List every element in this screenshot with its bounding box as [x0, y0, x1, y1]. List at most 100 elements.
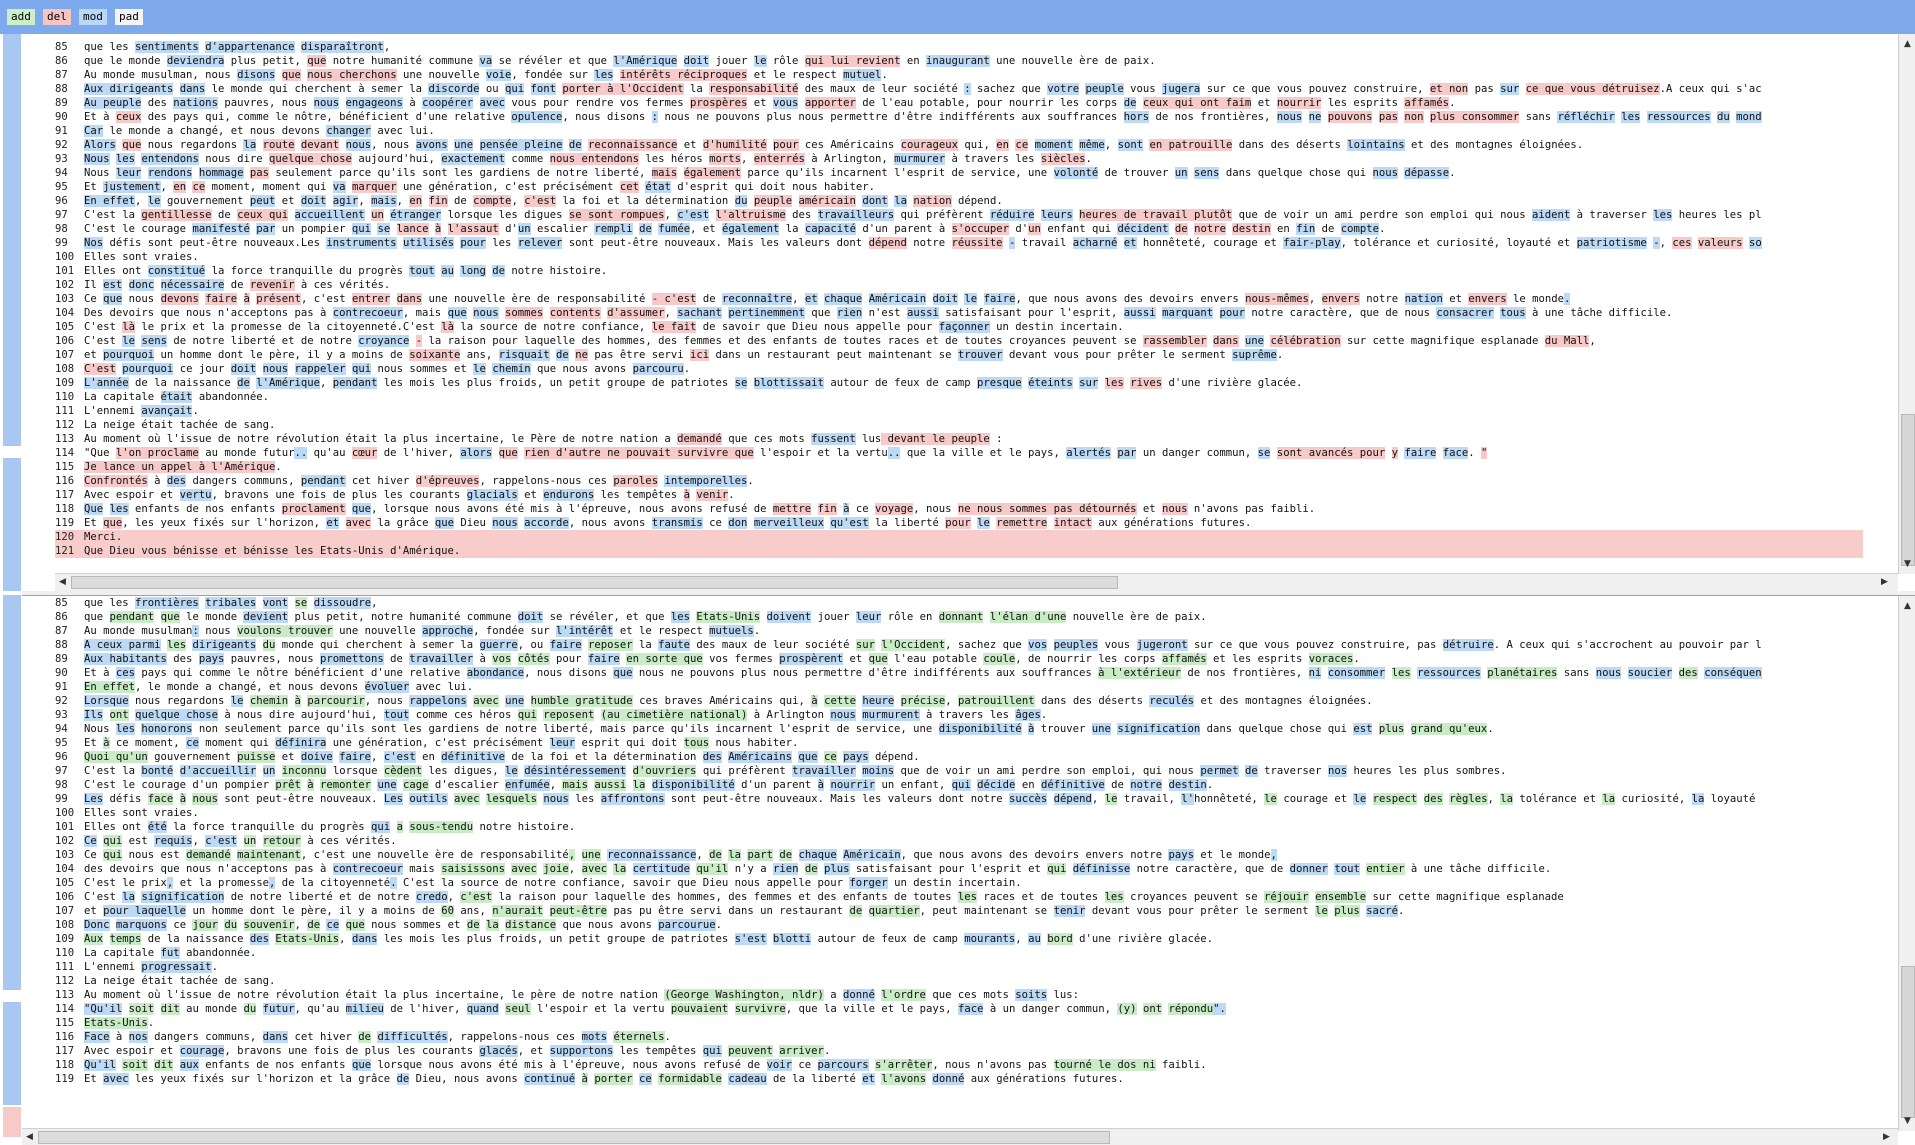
scroll-up-icon[interactable]: ▲	[1900, 37, 1915, 52]
scroll-up-icon[interactable]: ▲	[1900, 599, 1915, 614]
text-segment: les esprits	[1321, 97, 1405, 109]
diff-add-segment: sous-tendu	[409, 821, 474, 833]
text-segment: pas être servi	[587, 349, 691, 361]
diff-mod-segment: des	[702, 751, 722, 763]
top-vertical-scrollbar[interactable]: ▲ ▼	[1898, 34, 1915, 574]
diff-add-segment: coule	[983, 653, 1016, 665]
diff-mod-segment: guerre	[479, 639, 518, 651]
diff-add-segment: le	[1104, 793, 1118, 805]
diff-mod-segment: doit	[932, 293, 959, 305]
bottom-text-pane[interactable]: 85 que les frontières tribales vont se di…	[22, 595, 1915, 1145]
top-horizontal-scrollbar[interactable]: ◀ ▶	[55, 573, 1898, 591]
diff-mod-segment: avec	[103, 1073, 129, 1085]
bottom-vertical-scrollbar[interactable]: ▲ ▼	[1898, 596, 1915, 1131]
text-segment: C'est le prix	[84, 877, 167, 889]
text-segment	[256, 765, 262, 777]
bottom-change-gutter[interactable]	[0, 595, 22, 1145]
line-number: 102	[55, 835, 75, 847]
diff-mod-segment: peuple	[1085, 83, 1124, 95]
top-horizontal-scroll-thumb[interactable]	[71, 576, 1118, 589]
diff-mod-segment: avons	[415, 139, 448, 151]
text-segment: nous	[198, 625, 238, 637]
text-segment	[626, 863, 632, 875]
legend-mod-button[interactable]: mod	[79, 9, 107, 25]
diff-mod-segment: ..	[294, 447, 308, 459]
line-number: 105	[55, 321, 75, 333]
diff-add-segment: une	[581, 849, 601, 861]
text-segment: Que Dieu vous bénisse et bénisse les Eta…	[84, 545, 461, 557]
text-segment: ce	[702, 517, 729, 529]
text-segment: pauvres, nous	[217, 97, 314, 109]
diff-add-segment: à l'extérieur	[1098, 667, 1182, 679]
text-segment: , que la ville et le pays,	[785, 1003, 958, 1015]
text-segment: dans un restaurant peut maintenant se	[709, 349, 958, 361]
text-segment: les héros	[638, 153, 710, 165]
diff-mod-segment: exactement	[441, 153, 506, 165]
bottom-horizontal-scroll-thumb[interactable]	[38, 1131, 1110, 1144]
scroll-left-icon[interactable]: ◀	[55, 575, 70, 590]
diff-mod-segment: se	[734, 377, 748, 389]
legend-del-button[interactable]: del	[43, 9, 71, 25]
diff-mod-segment: mots	[581, 1031, 608, 1043]
diff-mod-segment: faire	[587, 653, 620, 665]
text-segment: n'est	[862, 307, 907, 319]
diff-mod-segment: détruire	[1442, 639, 1494, 651]
diff-del-segment: lance	[396, 223, 429, 235]
top-text-pane[interactable]: 85 que les sentiments d'appartenance disp…	[22, 34, 1915, 591]
text-segment: C'est le courage	[84, 223, 193, 235]
text-segment: un danger commun,	[1136, 447, 1258, 459]
diff-mod-segment: changer	[326, 125, 372, 137]
diff-del-segment: Confrontés	[84, 475, 148, 487]
diff-del-segment: mettre	[772, 503, 812, 515]
diff-mod-segment: faire	[1404, 447, 1437, 459]
scroll-right-icon[interactable]: ▶	[1877, 575, 1892, 590]
text-segment: seulement parce qu'ils sont les gardiens…	[269, 167, 652, 179]
bottom-pane-line: 104 des devoirs que nous n'acceptons pas …	[55, 862, 1551, 876]
text-segment: Dieu, nous avons	[409, 1073, 525, 1085]
top-change-gutter[interactable]	[0, 34, 22, 591]
text-segment: le monde qui cherchent à semer la	[205, 83, 429, 95]
diff-mod-segment: faire	[549, 639, 582, 651]
text-segment: un destin incertain.	[887, 877, 1022, 889]
line-number: 111	[55, 405, 75, 417]
diff-mod-segment: définira	[275, 737, 327, 749]
diff-mod-segment: ressources	[1417, 667, 1481, 679]
line-number: 97	[55, 209, 68, 221]
diff-del-segment: responsabilité	[709, 83, 799, 95]
diff-del-segment: ce	[192, 181, 206, 193]
diff-add-segment: l'élan d'une	[989, 611, 1067, 623]
diff-add-segment: Quoi qu'un	[84, 751, 148, 763]
text-segment: , nous	[364, 695, 410, 707]
bottom-horizontal-scrollbar[interactable]: ◀ ▶	[22, 1128, 1898, 1145]
diff-mod-segment: disponibilité	[938, 723, 1022, 735]
scroll-left-icon[interactable]: ◀	[22, 1130, 37, 1145]
text-segment: ,	[294, 919, 308, 931]
diff-mod-segment: nous	[543, 793, 569, 805]
text-segment	[594, 709, 600, 721]
text-segment: à	[109, 1031, 129, 1043]
diff-mod-segment: également	[722, 223, 780, 235]
legend-pad-button[interactable]: pad	[115, 9, 143, 25]
top-vertical-scroll-thumb[interactable]	[1901, 414, 1915, 566]
diff-mod-segment: c'est	[677, 209, 710, 221]
text-segment: que ces mots	[721, 433, 812, 445]
bottom-vertical-scroll-thumb[interactable]	[1901, 966, 1915, 1118]
text-segment	[792, 195, 798, 207]
line-number: 94	[55, 723, 68, 735]
scroll-right-icon[interactable]: ▶	[1879, 1130, 1894, 1145]
diff-add-segment: avec	[473, 695, 499, 707]
diff-mod-segment: de	[492, 265, 506, 277]
line-number: 104	[55, 863, 75, 875]
diff-add-segment: Aux	[84, 933, 104, 945]
legend-add-button[interactable]: add	[7, 9, 35, 25]
diff-del-segment: proclament	[281, 503, 346, 515]
diff-add-segment: soit	[122, 1059, 148, 1071]
text-segment: ,	[160, 181, 174, 193]
scroll-down-icon[interactable]: ▼	[1900, 557, 1915, 572]
diff-mod-segment: dont	[862, 195, 888, 207]
diff-mod-segment: est	[103, 279, 123, 291]
text-segment: notre histoire.	[505, 265, 608, 277]
scroll-down-icon[interactable]: ▼	[1900, 1114, 1915, 1129]
diff-add-segment: maintenant	[237, 849, 301, 861]
diff-del-segment: sont avancés pour	[1276, 447, 1386, 459]
